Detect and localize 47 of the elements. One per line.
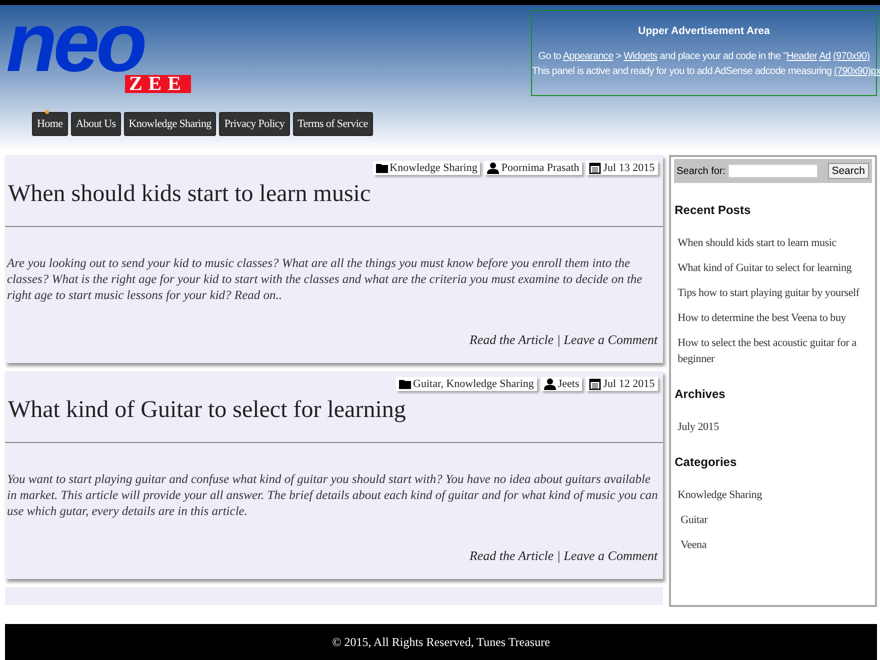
ad-title: Upper Advertisement Area (637, 25, 771, 37)
read-article-link[interactable]: Read the Article (469, 332, 554, 347)
recent-post-link[interactable]: When should kids start to learn music (678, 235, 872, 251)
person-icon (487, 162, 500, 174)
comment-link[interactable]: Leave a Comment (564, 332, 658, 347)
author-tag[interactable]: Poornima Prasath (484, 161, 582, 175)
nav-tab[interactable]: Knowledge Sharing (124, 112, 216, 136)
widget-title: Recent Posts (674, 203, 752, 217)
footer-text: © 2015, All Rights Reserved, Tunes Treasure (5, 624, 877, 660)
recent-post-link[interactable]: What kind of Guitar to select for learning (678, 260, 872, 276)
logo-text: neo (6, 7, 144, 77)
nav-tab[interactable]: Privacy Policy (219, 112, 290, 136)
recent-post-link[interactable]: How to determine the best Veena to buy (678, 310, 872, 326)
separator: | (556, 332, 560, 347)
nav-tab[interactable]: Terms of Service (292, 112, 373, 136)
post-excerpt: You want to start playing guitar and confuse what kind of guitar you should start with? You have no idea about guitars available in market. This article will provide your all answer. The brief details about each kind of guitar and for what kind of music you can use which gutar, every details are in this article. (7, 471, 659, 519)
widget-title: Archives (674, 387, 726, 401)
recent-post-link[interactable]: Tips how to start playing guitar by yourself (678, 285, 872, 301)
calendar-icon (589, 378, 602, 390)
logo-subtext: ZEE (124, 75, 191, 93)
search-field[interactable] (728, 164, 818, 178)
search-button[interactable]: Search (828, 163, 869, 179)
category-tag[interactable]: Knowledge Sharing (372, 161, 480, 175)
calendar-icon (589, 162, 602, 174)
comment-link[interactable]: Leave a Comment (564, 548, 658, 563)
date-tag: Jul 13 2015 (586, 161, 658, 175)
ad-text: Go to Appearance > Widgets and place your ad code in the "Header Ad (970x90) (537, 50, 871, 64)
category-tag[interactable]: Guitar, Knowledge Sharing (396, 377, 537, 391)
category-link[interactable]: Guitar (680, 512, 872, 528)
post-excerpt: Are you looking out to send your kid to music classes? What are all the things you must know before you enroll them into the classes? What is the right age for your kid to start with the classes and what are the criteria you must examine to decide on the right age to start music lessons for your kid? Read on.. (7, 255, 644, 303)
search-label: Search for: (676, 166, 726, 176)
recent-post-link[interactable]: How to select the best acoustic guitar for a beginner (678, 335, 872, 367)
widget-title: Categories (674, 455, 738, 469)
archive-link[interactable]: July 2015 (678, 419, 872, 435)
category-link[interactable]: Veena (680, 537, 872, 553)
person-icon (544, 378, 556, 390)
folder-icon (376, 162, 388, 174)
author-tag[interactable]: Jeets (540, 377, 582, 391)
nav-tab[interactable]: About Us (70, 112, 121, 136)
nav-tab[interactable]: Home (32, 112, 68, 136)
date-tag: Jul 12 2015 (586, 377, 658, 391)
separator: | (556, 548, 560, 563)
post-title[interactable]: What kind of Guitar to select for learning (8, 397, 660, 424)
folder-icon (399, 378, 412, 390)
post-title[interactable]: When should kids start to learn music (8, 181, 660, 208)
read-article-link[interactable]: Read the Article (469, 548, 554, 563)
category-link[interactable]: Knowledge Sharing (678, 487, 872, 503)
